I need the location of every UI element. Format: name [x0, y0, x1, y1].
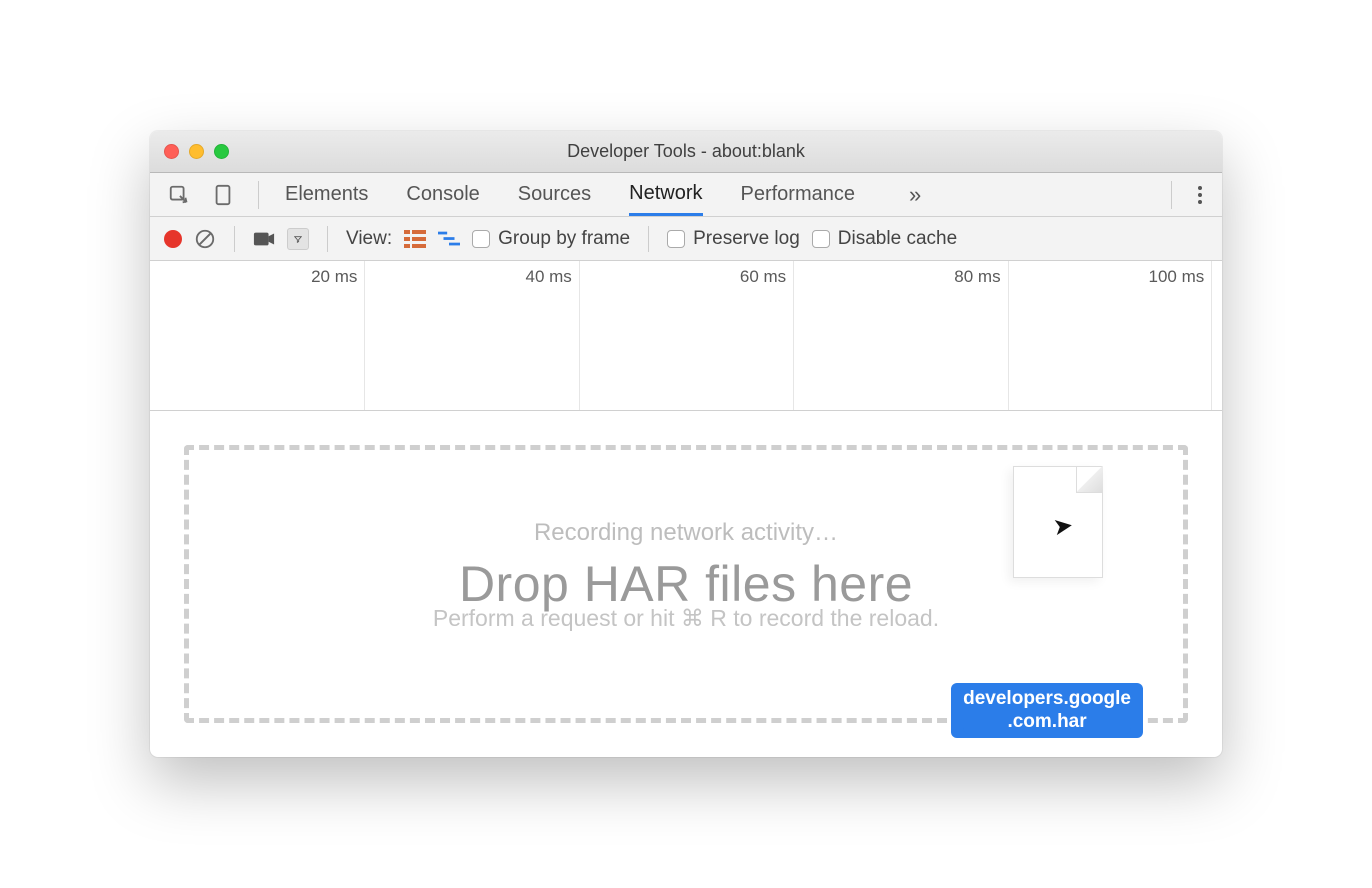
close-window-button[interactable] [164, 144, 179, 159]
view-label: View: [346, 228, 392, 250]
cursor-icon: ➤ [1051, 511, 1075, 543]
tab-performance[interactable]: Performance [741, 173, 856, 216]
tab-console[interactable]: Console [406, 173, 479, 216]
checkbox-icon[interactable] [667, 230, 685, 248]
tick-label: 40 ms [526, 267, 580, 287]
waterfall-icon[interactable] [438, 228, 460, 250]
separator [1171, 181, 1172, 209]
camera-icon[interactable] [253, 228, 275, 250]
file-name-line2: .com.har [963, 710, 1131, 734]
zoom-window-button[interactable] [214, 144, 229, 159]
tab-sources[interactable]: Sources [518, 173, 591, 216]
tick-label: 60 ms [740, 267, 794, 287]
toggle-device-toolbar-icon[interactable] [212, 184, 234, 206]
group-by-frame-label: Group by frame [498, 228, 630, 250]
group-by-frame-checkbox[interactable]: Group by frame [472, 228, 630, 250]
clear-icon[interactable] [194, 228, 216, 250]
disable-cache-checkbox[interactable]: Disable cache [812, 228, 957, 250]
network-toolbar: View: Group by frame Preserve log Disabl… [150, 217, 1222, 261]
minimize-window-button[interactable] [189, 144, 204, 159]
checkbox-icon[interactable] [812, 230, 830, 248]
inspect-element-icon[interactable] [168, 184, 190, 206]
window-controls [150, 144, 229, 159]
filter-icon[interactable] [287, 228, 309, 250]
large-rows-icon[interactable] [404, 228, 426, 250]
record-button[interactable] [164, 230, 182, 248]
dragged-file-name-badge: developers.google .com.har [951, 683, 1143, 739]
kebab-menu-icon[interactable] [1178, 186, 1222, 204]
panel-tabs: Elements Console Sources Network Perform… [265, 173, 937, 216]
timeline-overview[interactable]: 20 ms 40 ms 60 ms 80 ms 100 ms [150, 261, 1222, 411]
tick-label: 20 ms [311, 267, 365, 287]
titlebar: Developer Tools - about:blank [150, 131, 1222, 173]
checkbox-icon[interactable] [472, 230, 490, 248]
tab-network[interactable]: Network [629, 173, 702, 216]
tab-strip: Elements Console Sources Network Perform… [150, 173, 1222, 217]
har-drop-zone[interactable]: Recording network activity… Drop HAR fil… [184, 445, 1188, 723]
tick-label: 80 ms [954, 267, 1008, 287]
tab-elements[interactable]: Elements [285, 173, 368, 216]
file-name-line1: developers.google [963, 688, 1131, 709]
preserve-log-checkbox[interactable]: Preserve log [667, 228, 800, 250]
tick-label: 100 ms [1149, 267, 1213, 287]
devtools-window: Developer Tools - about:blank Elements C… [150, 131, 1222, 757]
preserve-log-label: Preserve log [693, 228, 800, 250]
separator [258, 181, 259, 209]
more-tabs-button[interactable]: » [893, 182, 937, 208]
window-title: Developer Tools - about:blank [150, 141, 1222, 162]
disable-cache-label: Disable cache [838, 228, 957, 250]
reload-hint: Perform a request or hit ⌘ R to record t… [189, 605, 1183, 632]
